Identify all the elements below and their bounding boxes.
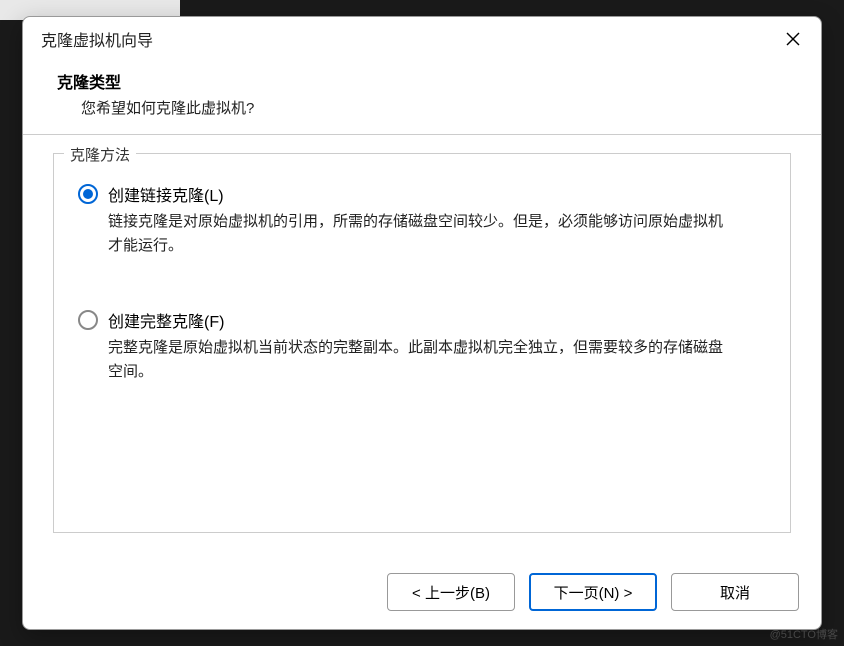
- dialog-title: 克隆虚拟机向导: [41, 27, 153, 51]
- radio-linked-clone[interactable]: [78, 184, 98, 204]
- option-description: 完整克隆是原始虚拟机当前状态的完整副本。此副本虚拟机完全独立，但需要较多的存储磁…: [108, 336, 728, 384]
- back-button[interactable]: < 上一步(B): [387, 573, 515, 611]
- radio-full-clone[interactable]: [78, 310, 98, 330]
- option-body: 创建完整克隆(F) 完整克隆是原始虚拟机当前状态的完整副本。此副本虚拟机完全独立…: [108, 308, 766, 384]
- page-title: 克隆类型: [53, 69, 791, 93]
- option-label[interactable]: 创建链接克隆(L): [108, 182, 766, 206]
- clone-method-fieldset: 克隆方法 创建链接克隆(L) 链接克隆是对原始虚拟机的引用，所需的存储磁盘空间较…: [53, 153, 791, 533]
- footer-buttons: < 上一步(B) 下一页(N) > 取消: [23, 559, 821, 629]
- option-body: 创建链接克隆(L) 链接克隆是对原始虚拟机的引用，所需的存储磁盘空间较少。但是，…: [108, 182, 766, 258]
- close-icon[interactable]: [779, 25, 807, 53]
- cancel-button[interactable]: 取消: [671, 573, 799, 611]
- option-description: 链接克隆是对原始虚拟机的引用，所需的存储磁盘空间较少。但是，必须能够访问原始虚拟…: [108, 210, 728, 258]
- watermark: @51CTO博客: [770, 626, 838, 642]
- fieldset-legend: 克隆方法: [64, 144, 136, 165]
- header-section: 克隆类型 您希望如何克隆此虚拟机?: [23, 61, 821, 134]
- page-subtitle: 您希望如何克隆此虚拟机?: [53, 97, 791, 118]
- option-full-clone[interactable]: 创建完整克隆(F) 完整克隆是原始虚拟机当前状态的完整副本。此副本虚拟机完全独立…: [78, 308, 766, 384]
- clone-wizard-dialog: 克隆虚拟机向导 克隆类型 您希望如何克隆此虚拟机? 克隆方法 创建链接克隆(L)…: [22, 16, 822, 630]
- option-linked-clone[interactable]: 创建链接克隆(L) 链接克隆是对原始虚拟机的引用，所需的存储磁盘空间较少。但是，…: [78, 182, 766, 258]
- content-area: 克隆方法 创建链接克隆(L) 链接克隆是对原始虚拟机的引用，所需的存储磁盘空间较…: [23, 135, 821, 559]
- titlebar: 克隆虚拟机向导: [23, 17, 821, 61]
- next-button[interactable]: 下一页(N) >: [529, 573, 657, 611]
- option-label[interactable]: 创建完整克隆(F): [108, 308, 766, 332]
